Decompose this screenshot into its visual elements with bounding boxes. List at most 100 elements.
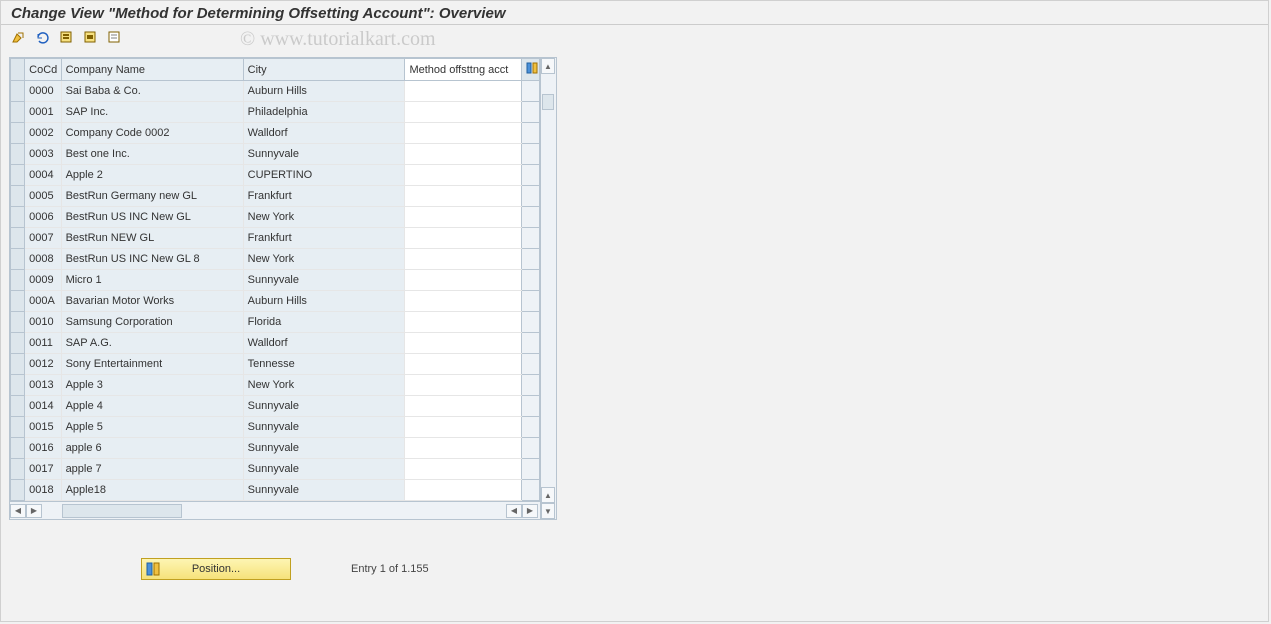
table-row[interactable]: 0005BestRun Germany new GLFrankfurt [11,186,540,207]
row-selector[interactable] [11,312,25,333]
table-config-icon[interactable] [521,59,539,81]
row-selector[interactable] [11,228,25,249]
table-row[interactable]: 0001SAP Inc.Philadelphia [11,102,540,123]
cell-cocd: 0017 [25,459,61,480]
cell-method[interactable] [405,228,521,249]
cell-method[interactable] [405,438,521,459]
table-row[interactable]: 0000Sai Baba & Co.Auburn Hills [11,81,540,102]
row-trailing-cell [521,438,539,459]
row-selector[interactable] [11,396,25,417]
cell-cocd: 0009 [25,270,61,291]
cell-method[interactable] [405,207,521,228]
vscroll-down-icon[interactable]: ▼ [541,503,555,519]
row-selector[interactable] [11,438,25,459]
undo-icon[interactable] [31,27,53,47]
vscroll-up-icon[interactable]: ▲ [541,58,555,74]
cell-name: Samsung Corporation [61,312,243,333]
row-selector[interactable] [11,165,25,186]
vscroll-up2-icon[interactable]: ▲ [541,487,555,503]
cell-method[interactable] [405,459,521,480]
cell-name: Sony Entertainment [61,354,243,375]
table-row[interactable]: 0006BestRun US INC New GLNew York [11,207,540,228]
row-selector[interactable] [11,144,25,165]
horizontal-scrollbar[interactable]: ◀ ▶ ◀ ▶ [10,501,540,519]
cell-cocd: 0015 [25,417,61,438]
cell-method[interactable] [405,81,521,102]
cell-city: Sunnyvale [243,396,405,417]
table-row[interactable]: 0012Sony EntertainmentTennesse [11,354,540,375]
table-row[interactable]: 0008BestRun US INC New GL 8New York [11,249,540,270]
hscroll-right-icon[interactable]: ▶ [26,504,42,518]
table-row[interactable]: 000ABavarian Motor WorksAuburn Hills [11,291,540,312]
row-selector[interactable] [11,102,25,123]
cell-name: SAP A.G. [61,333,243,354]
select-all-icon[interactable] [55,27,77,47]
column-header-method[interactable]: Method offsttng acct [405,59,521,81]
select-block-icon[interactable] [79,27,101,47]
position-button[interactable]: Position... [141,558,291,580]
table-row[interactable]: 0004Apple 2CUPERTINO [11,165,540,186]
cell-city: Frankfurt [243,228,405,249]
row-selector[interactable] [11,333,25,354]
cell-method[interactable] [405,144,521,165]
cell-method[interactable] [405,354,521,375]
table-row[interactable]: 0009Micro 1Sunnyvale [11,270,540,291]
cell-method[interactable] [405,249,521,270]
cell-method[interactable] [405,123,521,144]
row-selector[interactable] [11,186,25,207]
cell-method[interactable] [405,165,521,186]
cell-name: apple 6 [61,438,243,459]
row-selector[interactable] [11,417,25,438]
table-row[interactable]: 0002Company Code 0002Walldorf [11,123,540,144]
row-selector[interactable] [11,270,25,291]
other-entry-icon[interactable] [7,27,29,47]
cell-method[interactable] [405,291,521,312]
deselect-all-icon[interactable] [103,27,125,47]
cell-city: New York [243,375,405,396]
hscroll-left2-icon[interactable]: ◀ [506,504,522,518]
hscroll-thumb[interactable] [62,504,182,518]
vertical-scrollbar[interactable]: ▲ ▲ ▼ [540,58,556,519]
row-selector[interactable] [11,207,25,228]
cell-method[interactable] [405,396,521,417]
row-selector[interactable] [11,81,25,102]
row-selector[interactable] [11,375,25,396]
table-row[interactable]: 0010Samsung CorporationFlorida [11,312,540,333]
cell-method[interactable] [405,312,521,333]
cell-method[interactable] [405,186,521,207]
table-row[interactable]: 0014Apple 4Sunnyvale [11,396,540,417]
table-row[interactable]: 0007BestRun NEW GLFrankfurt [11,228,540,249]
table-row[interactable]: 0013Apple 3New York [11,375,540,396]
cell-method[interactable] [405,480,521,501]
cell-name: apple 7 [61,459,243,480]
cell-method[interactable] [405,102,521,123]
cell-city: Auburn Hills [243,291,405,312]
table-row[interactable]: 0011SAP A.G.Walldorf [11,333,540,354]
row-selector[interactable] [11,249,25,270]
cell-method[interactable] [405,270,521,291]
row-selector[interactable] [11,291,25,312]
row-selector[interactable] [11,480,25,501]
row-selector-header[interactable] [11,59,25,81]
row-selector[interactable] [11,459,25,480]
column-header-city[interactable]: City [243,59,405,81]
table-row[interactable]: 0016apple 6Sunnyvale [11,438,540,459]
row-selector[interactable] [11,354,25,375]
cell-method[interactable] [405,417,521,438]
hscroll-left-icon[interactable]: ◀ [10,504,26,518]
row-selector[interactable] [11,123,25,144]
vscroll-thumb[interactable] [542,94,554,110]
table-row[interactable]: 0018Apple18Sunnyvale [11,480,540,501]
table-row[interactable]: 0015Apple 5Sunnyvale [11,417,540,438]
cell-method[interactable] [405,375,521,396]
table-row[interactable]: 0017apple 7Sunnyvale [11,459,540,480]
row-trailing-cell [521,81,539,102]
cell-city: Florida [243,312,405,333]
cell-name: Apple 5 [61,417,243,438]
hscroll-right2-icon[interactable]: ▶ [522,504,538,518]
column-header-company-name[interactable]: Company Name [61,59,243,81]
cell-method[interactable] [405,333,521,354]
column-header-cocd[interactable]: CoCd [25,59,61,81]
table-row[interactable]: 0003Best one Inc.Sunnyvale [11,144,540,165]
cell-name: BestRun NEW GL [61,228,243,249]
